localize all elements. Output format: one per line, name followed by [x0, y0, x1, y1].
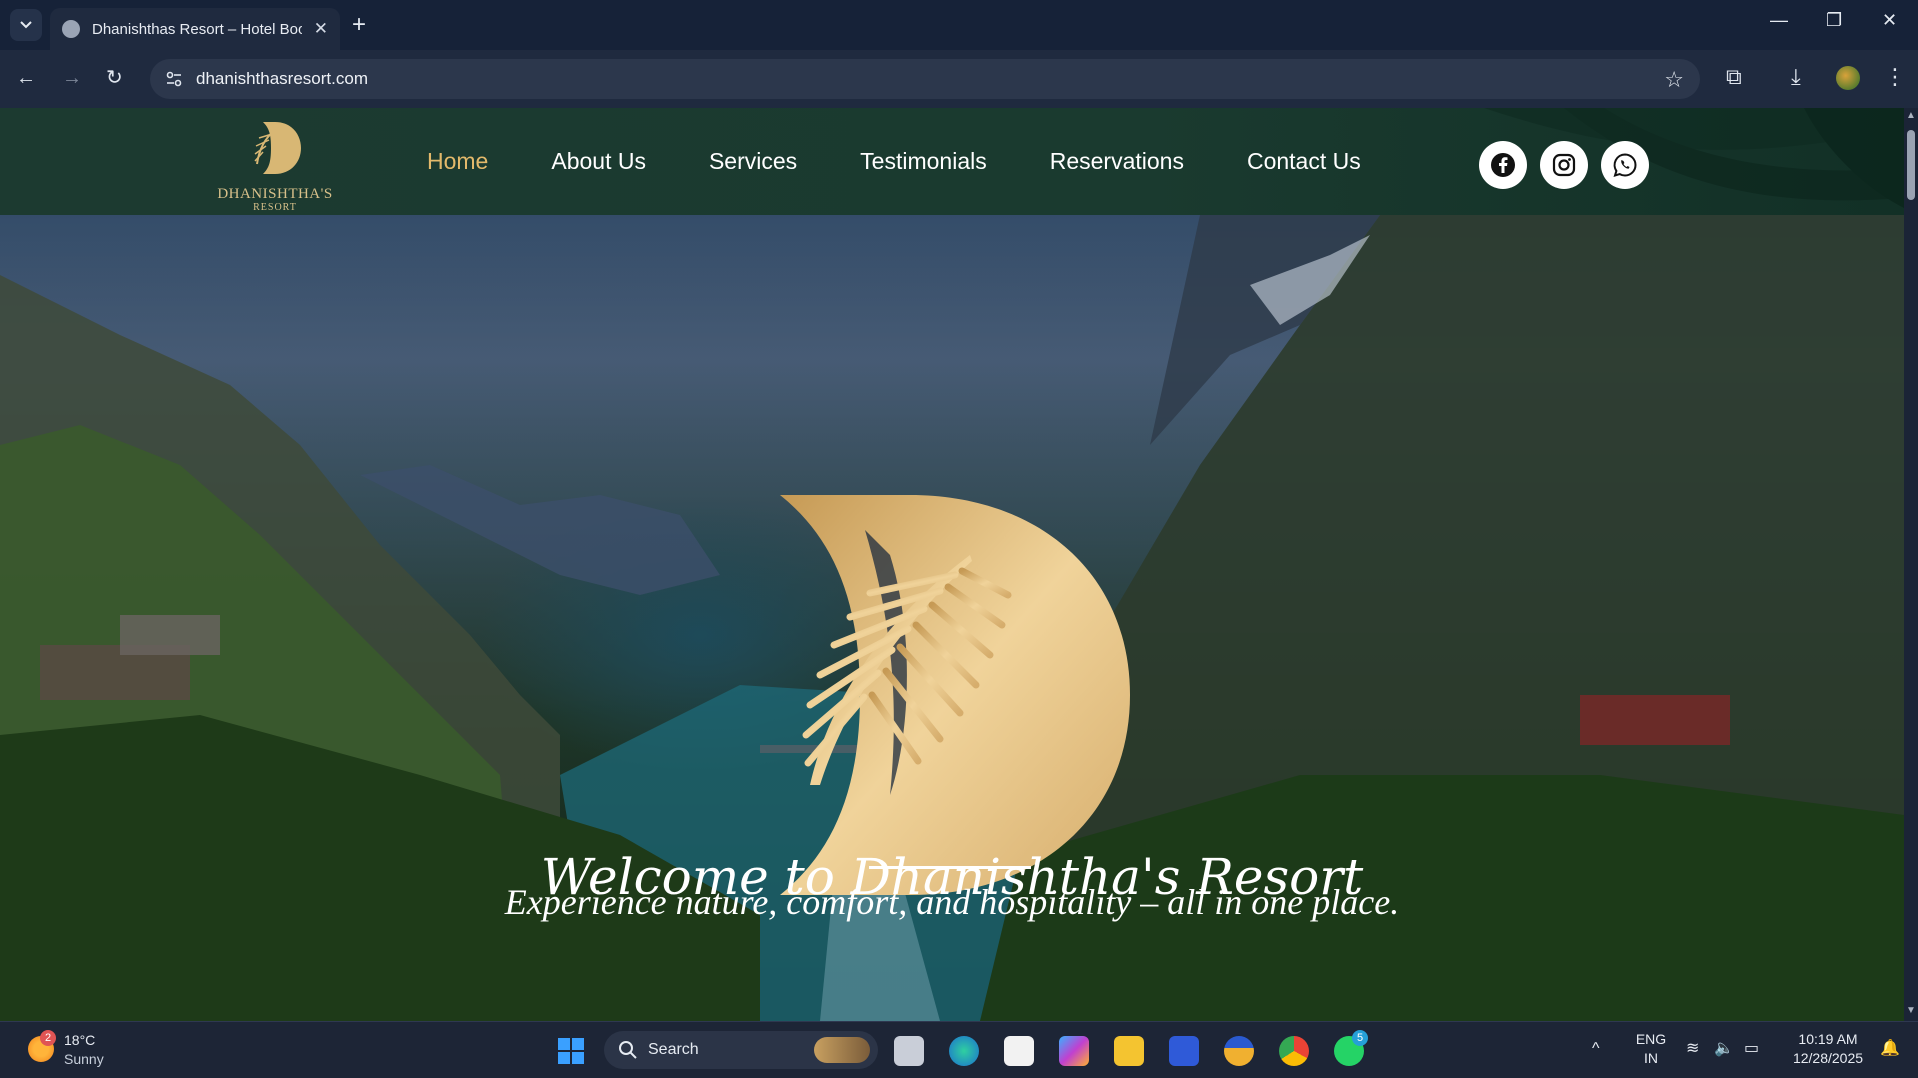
reload-icon[interactable]: ↻	[106, 66, 123, 90]
forward-arrow-icon[interactable]: →	[62, 66, 82, 90]
chevron-down-icon	[20, 21, 32, 29]
chrome-icon[interactable]	[1279, 1036, 1309, 1066]
close-tab-icon[interactable]: ✕	[314, 19, 328, 39]
hero-d-leaf-emblem	[780, 495, 1130, 895]
app-icon[interactable]	[1169, 1036, 1199, 1066]
whatsapp-button[interactable]	[1601, 141, 1649, 189]
site-header: DHANISHTHA'S RESORT Home About Us Servic…	[0, 108, 1904, 215]
url-text: dhanishthasresort.com	[196, 69, 368, 88]
hero-divider	[869, 866, 1031, 869]
browser-tabstrip: Dhanishthas Resort – Hotel Boo ✕ + — ❐ ✕	[0, 0, 1918, 50]
file-explorer-icon[interactable]	[1114, 1036, 1144, 1066]
scroll-thumb[interactable]	[1907, 130, 1915, 200]
page-scrollbar[interactable]: ▲ ▼	[1904, 108, 1918, 1021]
page-viewport: DHANISHTHA'S RESORT Home About Us Servic…	[0, 108, 1904, 1021]
facebook-button[interactable]	[1479, 141, 1527, 189]
search-label: Search	[648, 1041, 699, 1058]
weather-condition: Sunny	[64, 1051, 104, 1067]
tab-search-button[interactable]	[10, 9, 42, 41]
taskbar-search[interactable]: Search	[604, 1031, 878, 1069]
battery-icon[interactable]: ▭	[1744, 1038, 1759, 1058]
nav-about-us[interactable]: About Us	[551, 148, 646, 175]
site-info-icon[interactable]	[164, 69, 184, 89]
medal-icon[interactable]	[1224, 1036, 1254, 1066]
nav-services[interactable]: Services	[709, 148, 797, 175]
site-logo[interactable]: DHANISHTHA'S RESORT	[210, 118, 340, 213]
tray-expand-icon[interactable]: ^	[1592, 1040, 1600, 1058]
scroll-up-icon[interactable]: ▲	[1906, 110, 1916, 121]
clock-date[interactable]: 12/28/2025	[1786, 1050, 1870, 1066]
back-arrow-icon[interactable]: ←	[16, 66, 36, 90]
minimize-icon[interactable]: —	[1770, 10, 1788, 31]
weather-temp: 18°C	[64, 1032, 96, 1048]
profile-avatar[interactable]	[1836, 66, 1860, 90]
whatsapp-badge: 5	[1352, 1030, 1368, 1046]
weather-badge: 2	[40, 1030, 56, 1046]
restore-icon[interactable]: ❐	[1826, 10, 1842, 31]
nav-testimonials[interactable]: Testimonials	[860, 148, 987, 175]
whatsapp-icon	[1613, 153, 1637, 177]
main-nav: Home About Us Services Testimonials Rese…	[427, 148, 1424, 175]
instagram-icon	[1552, 153, 1576, 177]
download-icon[interactable]: ⤓	[1791, 64, 1801, 90]
close-window-icon[interactable]: ✕	[1882, 10, 1897, 31]
nav-home[interactable]: Home	[427, 148, 488, 175]
volume-icon[interactable]: 🔈	[1714, 1038, 1734, 1058]
new-tab-button[interactable]: +	[352, 12, 366, 38]
edge-browser-icon[interactable]	[949, 1036, 979, 1066]
windows-taskbar: 2 18°C Sunny Search 5 ^ ENG IN ≋ 🔈 ▭ 10:…	[0, 1021, 1918, 1078]
search-icon	[619, 1041, 637, 1059]
lang-line1[interactable]: ENG	[1634, 1031, 1668, 1047]
nav-reservations[interactable]: Reservations	[1050, 148, 1184, 175]
tab-title: Dhanishthas Resort – Hotel Boo	[92, 20, 302, 38]
copilot-icon[interactable]	[1059, 1036, 1089, 1066]
clock-time[interactable]: 10:19 AM	[1786, 1031, 1870, 1047]
task-view-icon[interactable]	[894, 1036, 924, 1066]
hero-tagline: Experience nature, comfort, and hospital…	[504, 882, 1400, 922]
logo-subtitle: RESORT	[253, 202, 297, 213]
address-bar[interactable]: dhanishthasresort.com ☆	[150, 59, 1700, 99]
nav-contact-us[interactable]: Contact Us	[1247, 148, 1361, 175]
logo-name: DHANISHTHA'S	[217, 186, 333, 202]
wifi-icon[interactable]: ≋	[1686, 1038, 1699, 1058]
instagram-button[interactable]	[1540, 141, 1588, 189]
windows-start-icon[interactable]	[556, 1036, 586, 1066]
logo-d-leaf-icon	[254, 122, 301, 174]
globe-icon	[62, 20, 80, 38]
scroll-down-icon[interactable]: ▼	[1906, 1005, 1916, 1016]
browser-toolbar: ← → ↻ dhanishthasresort.com ☆ ⧉ ⤓ ⋮	[0, 50, 1918, 108]
hero-section: Welcome to Dhanishtha's Resort Experienc…	[0, 215, 1904, 1021]
notification-bell-icon[interactable]: 🔔	[1880, 1038, 1900, 1058]
facebook-icon	[1491, 153, 1515, 177]
menu-kebab-icon[interactable]: ⋮	[1884, 64, 1906, 90]
extensions-icon[interactable]: ⧉	[1726, 64, 1742, 90]
bookmark-star-icon[interactable]: ☆	[1664, 67, 1684, 93]
search-highlight-image	[814, 1037, 870, 1063]
lang-line2[interactable]: IN	[1634, 1050, 1668, 1066]
microsoft-store-icon[interactable]	[1004, 1036, 1034, 1066]
browser-tab[interactable]: Dhanishthas Resort – Hotel Boo ✕	[50, 8, 340, 50]
